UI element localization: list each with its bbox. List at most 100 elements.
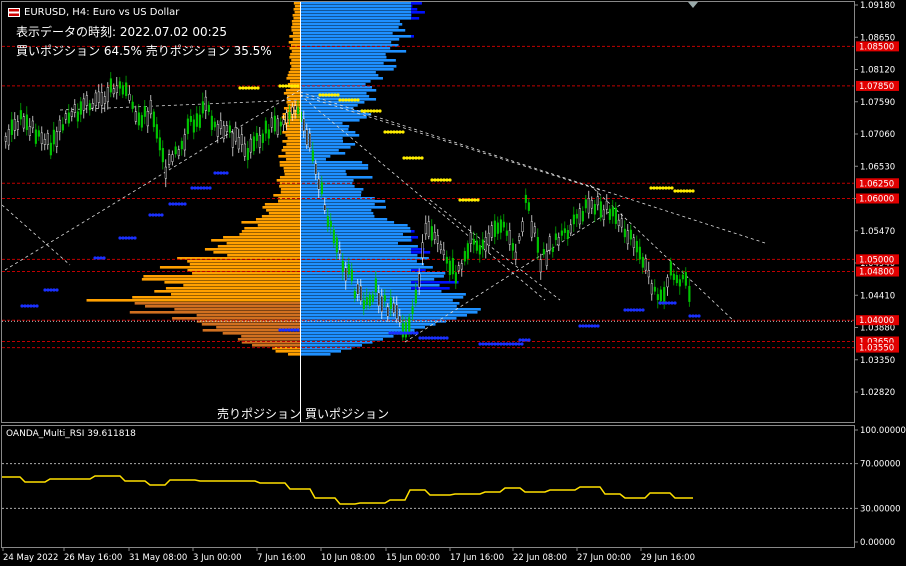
candle-body [82,98,85,111]
buy-profile-bar-ext [411,236,419,239]
blue-dot [638,308,642,312]
buy-profile-bar [301,242,398,245]
candle-body [395,304,398,320]
buy-profile-bar [301,350,341,353]
buy-profile-bar [301,59,396,62]
yellow-dot [386,130,390,134]
sell-profile-bar [192,272,300,275]
candle-body [155,124,158,139]
rsi-indicator: 100.00000 70.00000 30.00000 0.00000 [2,426,906,548]
price-chart[interactable]: 100.00000 70.00000 30.00000 0.00000 1.09180… [0,0,906,566]
sell-profile-bar [279,164,300,167]
buy-profile-bar-ext [411,263,425,266]
candle-body [61,124,64,131]
blue-dot [658,301,662,305]
candle-body [7,129,10,146]
candle-body [433,232,436,240]
blue-dot [406,331,410,335]
sell-profile-bar [172,317,300,320]
yellow-dot [333,93,337,97]
sell-profile-bar [189,263,300,266]
buy-profile-bar-ext [411,11,425,14]
buy-profile-bar [301,2,411,5]
sell-profile-bar [213,251,300,254]
blue-dot [433,336,437,340]
blue-dot [118,236,122,240]
blue-dot [481,342,485,346]
buy-profile-bar [301,173,347,176]
candle-body [371,294,374,302]
sell-profile-bar [286,158,300,161]
sell-profile-bar [286,143,300,146]
yellow-dot [389,130,393,134]
buy-profile-bar [301,272,411,275]
candle-body [282,119,285,125]
sell-profile-bar [227,254,300,257]
candle-body [323,204,326,211]
yellow-dot [353,98,357,102]
candle-body [365,297,368,305]
blue-dot [445,336,449,340]
buy-profile-bar-ext [411,272,446,275]
candle-body [401,323,404,338]
buy-profile-bar-ext [411,260,417,263]
blue-dot [403,331,407,335]
candle-body [505,230,508,236]
yellow-dot [442,178,446,182]
price-axis-label: 1.02820 [860,388,895,398]
yellow-dot [372,109,376,113]
sell-profile-bar [294,5,300,8]
sell-profile-bar [282,140,300,143]
candle-body [273,115,276,132]
candle-body [611,206,614,217]
candle-body [31,120,34,129]
candle-body [439,244,442,250]
candle-body [457,265,460,271]
buy-profile-bar [301,329,411,332]
yellow-dot [278,84,282,88]
candle-body [13,119,16,131]
time-axis-label: 24 May 2022 [3,553,58,563]
buy-profile-bar [301,68,394,71]
sell-profile-bar [289,35,300,38]
candle-body [445,256,448,264]
blue-dot [160,213,164,217]
rsi-axis-label: 30.00000 [860,504,901,514]
buy-profile-bar-ext [411,278,435,281]
yellow-dot [284,84,288,88]
yellow-dot [458,198,462,202]
sell-profile-bar [222,332,300,335]
buy-profile-bar [301,323,411,326]
candle-body [454,272,457,284]
buy-profile-bar [301,263,411,266]
blue-dot [397,331,401,335]
yellow-dot [473,198,477,202]
buy-profile-bar [301,335,394,338]
candle-body [267,129,270,139]
candle-body [125,82,128,96]
price-tag-label: 1.06250 [859,179,894,189]
sell-profile-bar [201,323,300,326]
blue-dot [439,336,443,340]
candle-body [368,294,371,307]
candle-body [305,129,308,145]
blue-dot [502,342,506,346]
candle-body [499,219,502,233]
sell-profile-bar [164,281,300,284]
blue-dot [697,314,701,318]
blue-dot [623,308,627,312]
buy-profile-bar [301,23,403,26]
buy-profile-bar [301,113,372,116]
time-axis-label: 3 Jun 00:00 [193,553,242,563]
candle-body [566,230,569,239]
candle-body [164,166,167,179]
blue-dot [35,304,39,308]
sell-profile-bar [275,350,300,353]
candle-body [121,85,124,95]
yellow-dot [682,189,686,193]
buy-profile-bar-ext [411,326,425,329]
sell-profile-bar [282,131,300,134]
sell-profile-bar [285,134,300,137]
blue-dot [641,308,645,312]
chart-shift-icon[interactable] [688,2,698,8]
